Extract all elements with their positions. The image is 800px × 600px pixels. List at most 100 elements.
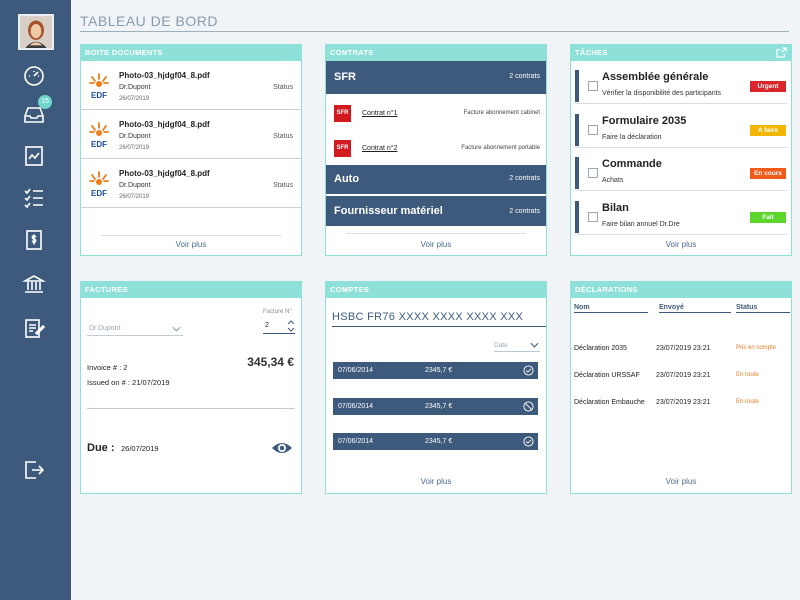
contract-item[interactable]: SFR Contrat n°2 Facture abonnement porta… <box>326 136 546 166</box>
date-filter-select[interactable]: Date <box>494 339 540 352</box>
invoice-icon[interactable] <box>22 228 46 252</box>
contracts-card-title: CONTRATS <box>326 45 546 61</box>
declaration-status: Pris en compte <box>736 345 777 351</box>
declarations-more-link[interactable]: Voir plus <box>571 477 791 486</box>
task-accent <box>575 200 579 233</box>
sidebar: 15 <box>0 0 71 600</box>
invoice-number-label: Facture N° <box>263 309 292 315</box>
task-subtitle: Achats <box>602 177 624 184</box>
invoice-number-stepper[interactable]: 2 <box>263 318 295 334</box>
document-date: 26/07/2019 <box>119 145 150 151</box>
tasks-card: TÂCHES Assemblée générale Vérifier la di… <box>570 44 792 256</box>
task-checkbox[interactable] <box>588 211 598 222</box>
contract-group-count: 2 contrats <box>509 208 540 215</box>
documents-card-title: BOITE DOCUMENTS <box>81 45 301 61</box>
declaration-date: 23/07/2019 23:21 <box>656 399 711 406</box>
declaration-status: En route <box>736 399 759 405</box>
check-circle-icon[interactable] <box>523 436 534 447</box>
document-status: Status <box>273 84 293 91</box>
status-badge: Fait <box>750 211 786 223</box>
svg-text:EDF: EDF <box>91 189 107 198</box>
logout-icon[interactable] <box>22 458 46 482</box>
declaration-row[interactable]: Déclaration URSSAF 23/07/2019 23:21 En r… <box>574 372 788 386</box>
status-badge: En cours <box>750 168 786 179</box>
document-status: Status <box>273 182 293 189</box>
contract-link[interactable]: Contrat n°1 <box>362 110 398 117</box>
document-row[interactable]: EDF Photo-03_hjdgf04_8.pdf Dr.Dupont 26/… <box>81 61 301 110</box>
transaction-row[interactable]: 07/06/2014 2345,7 € <box>333 398 538 415</box>
report-icon[interactable] <box>22 144 46 168</box>
tasks-card-title: TÂCHES <box>571 45 791 61</box>
document-name[interactable]: Photo-03_hjdgf04_8.pdf <box>119 169 210 178</box>
document-author: Dr.Dupont <box>119 84 151 91</box>
task-row[interactable]: Bilan Faire bilan annuel Dr.Dre Fait <box>575 197 787 235</box>
document-row[interactable]: EDF Photo-03_hjdgf04_8.pdf Dr.Dupont 26/… <box>81 159 301 208</box>
blocked-circle-icon[interactable] <box>523 401 534 412</box>
check-circle-icon[interactable] <box>523 365 534 376</box>
inbox-icon[interactable]: 15 <box>22 95 52 127</box>
contract-link[interactable]: Contrat n°2 <box>362 145 398 152</box>
contract-group-count: 2 contrats <box>509 73 540 80</box>
contract-group-sfr[interactable]: SFR 2 contrats <box>326 61 546 94</box>
status-badge: Urgent <box>750 81 786 92</box>
task-accent <box>575 157 579 189</box>
task-subtitle: Faire bilan annuel Dr.Dre <box>602 220 680 228</box>
dashboard-icon[interactable] <box>22 64 46 88</box>
task-row[interactable]: Formulaire 2035 Faire la déclaration A f… <box>575 110 787 148</box>
document-status: Status <box>273 133 293 140</box>
declaration-row[interactable]: Déclaration 2035 23/07/2019 23:21 Pris e… <box>574 345 788 359</box>
task-subtitle: Faire la déclaration <box>602 133 662 141</box>
stepper-arrows-icon[interactable] <box>287 319 295 333</box>
transaction-amount: 2345,7 € <box>425 367 453 374</box>
column-header-name: Nom <box>574 304 648 313</box>
edf-logo: EDF <box>88 72 110 100</box>
transaction-date: 07/06/2014 <box>338 403 374 410</box>
inbox-badge: 15 <box>38 95 52 109</box>
declarations-card-title: DÉCLARATIONS <box>571 282 791 298</box>
document-row[interactable]: EDF Photo-03_hjdgf04_8.pdf Dr.Dupont 26/… <box>81 110 301 159</box>
open-external-icon[interactable] <box>776 47 787 58</box>
contract-group-fournisseur[interactable]: Fournisseur matériel 2 contrats <box>326 196 546 226</box>
column-header-sent: Envoyé <box>659 304 731 313</box>
task-subtitle: Vérifier la disponibilité des participan… <box>602 90 722 97</box>
invoice-number-value: 2 <box>265 322 269 329</box>
declaration-name: Déclaration Embauche <box>574 399 645 406</box>
task-checkbox[interactable] <box>588 124 598 135</box>
divider <box>346 233 526 234</box>
eye-icon[interactable] <box>271 440 293 456</box>
invoice-amount: 345,34 € <box>247 355 294 369</box>
document-date: 26/07/2019 <box>119 194 150 200</box>
contract-group-auto[interactable]: Auto 2 contrats <box>326 165 546 194</box>
date-filter-value: Date <box>494 342 508 349</box>
contract-item[interactable]: SFR Contrat n°1 Facture abonnement cabin… <box>326 101 546 131</box>
task-checkbox[interactable] <box>588 81 598 91</box>
contract-group-count: 2 contrats <box>509 175 540 182</box>
task-row[interactable]: Commande Achats En cours <box>575 153 787 191</box>
bank-icon[interactable] <box>21 272 47 296</box>
declaration-row[interactable]: Déclaration Embauche 23/07/2019 23:21 En… <box>574 399 788 413</box>
due-date: 26/07/2019 <box>121 444 159 453</box>
avatar[interactable] <box>18 14 54 50</box>
task-checkbox[interactable] <box>588 168 598 178</box>
transaction-row[interactable]: 07/06/2014 2345,7 € <box>333 433 538 450</box>
page-title: TABLEAU DE BORD <box>80 13 218 29</box>
contracts-more-link[interactable]: Voir plus <box>326 240 546 249</box>
chevron-down-icon <box>530 340 539 353</box>
checklist-icon[interactable] <box>22 185 46 209</box>
invoices-card: FACTURES Dr.Dupont Facture N° 2 Invoice … <box>80 281 302 494</box>
account-title[interactable]: HSBC FR76 XXXX XXXX XXXX XXX <box>332 311 546 327</box>
document-name[interactable]: Photo-03_hjdgf04_8.pdf <box>119 120 210 129</box>
transaction-row[interactable]: 07/06/2014 2345,7 € <box>333 362 538 379</box>
document-name[interactable]: Photo-03_hjdgf04_8.pdf <box>119 71 210 80</box>
task-row[interactable]: Assemblée générale Vérifier la disponibi… <box>575 66 787 104</box>
contracts-card: CONTRATS SFR 2 contrats SFR Contrat n°1 … <box>325 44 547 256</box>
declaration-status: En route <box>736 372 759 378</box>
accounts-more-link[interactable]: Voir plus <box>326 477 546 486</box>
client-select-value: Dr.Dupont <box>89 325 121 332</box>
document-author: Dr.Dupont <box>119 182 151 189</box>
documents-more-link[interactable]: Voir plus <box>81 240 301 249</box>
client-select[interactable]: Dr.Dupont <box>87 322 183 336</box>
tasks-more-link[interactable]: Voir plus <box>571 240 791 249</box>
document-edit-icon[interactable] <box>22 316 46 340</box>
contract-group-name: Fournisseur matériel <box>334 205 443 217</box>
